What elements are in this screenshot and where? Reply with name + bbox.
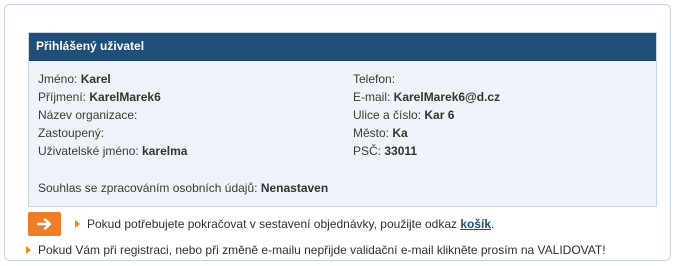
field-zip: PSČ: 33011	[353, 142, 500, 160]
continue-note: Pokud potřebujete pokračovat v sestavení…	[75, 216, 494, 232]
field-label: PSČ:	[353, 144, 385, 158]
user-fields-right: Telefon: E-mail: KarelMarek6@d.cz Ulice …	[353, 70, 500, 160]
field-value: Karel	[80, 72, 111, 86]
continue-arrow-button[interactable]	[28, 212, 61, 236]
field-label: Zastoupený:	[38, 126, 105, 140]
field-value: Kar 6	[424, 108, 455, 122]
field-label: Ulice a číslo:	[353, 108, 425, 122]
field-value: Ka	[392, 126, 408, 140]
field-username: Uživatelské jméno: karelma	[38, 142, 187, 160]
validate-note-text: Pokud Vám při registraci, nebo při změně…	[38, 243, 606, 257]
field-label: Město:	[353, 126, 393, 140]
field-street: Ulice a číslo: Kar 6	[353, 106, 500, 124]
field-value: KarelMarek6	[89, 90, 161, 104]
triangle-bullet-icon	[26, 246, 31, 254]
main-container: Přihlášený uživatel Jméno: Karel Příjmen…	[4, 4, 671, 261]
user-fields-left: Jméno: Karel Příjmení: KarelMarek6 Název…	[38, 70, 187, 160]
cart-link[interactable]: košík	[460, 217, 491, 231]
field-last-name: Příjmení: KarelMarek6	[38, 88, 187, 106]
field-label: Telefon:	[353, 72, 396, 86]
field-value: 33011	[384, 144, 418, 158]
field-label: Název organizace:	[38, 108, 138, 122]
field-value: karelma	[142, 144, 188, 158]
consent-status: Souhlas se zpracováním osobních údajů: N…	[38, 179, 328, 197]
field-represented: Zastoupený:	[38, 124, 187, 142]
field-email: E-mail: KarelMarek6@d.cz	[353, 88, 500, 106]
field-label: Jméno:	[38, 72, 81, 86]
field-label: E-mail:	[353, 90, 394, 104]
continue-note-suffix: .	[491, 217, 495, 231]
field-label: Uživatelské jméno:	[38, 144, 143, 158]
field-city: Město: Ka	[353, 124, 500, 142]
continue-note-text: Pokud potřebujete pokračovat v sestavení…	[87, 217, 461, 231]
arrow-right-icon	[36, 218, 51, 230]
panel-title: Přihlášený uživatel	[29, 33, 656, 61]
triangle-bullet-icon	[75, 220, 80, 228]
field-organization: Název organizace:	[38, 106, 187, 124]
consent-value: Nenastaven	[260, 181, 329, 195]
logged-user-panel: Přihlášený uživatel Jméno: Karel Příjmen…	[28, 32, 657, 207]
consent-label: Souhlas se zpracováním osobních údajů:	[38, 181, 261, 195]
field-label: Příjmení:	[38, 90, 90, 104]
field-first-name: Jméno: Karel	[38, 70, 187, 88]
field-value: KarelMarek6@d.cz	[393, 90, 501, 104]
validate-note: Pokud Vám při registraci, nebo při změně…	[26, 242, 606, 258]
field-phone: Telefon:	[353, 70, 500, 88]
